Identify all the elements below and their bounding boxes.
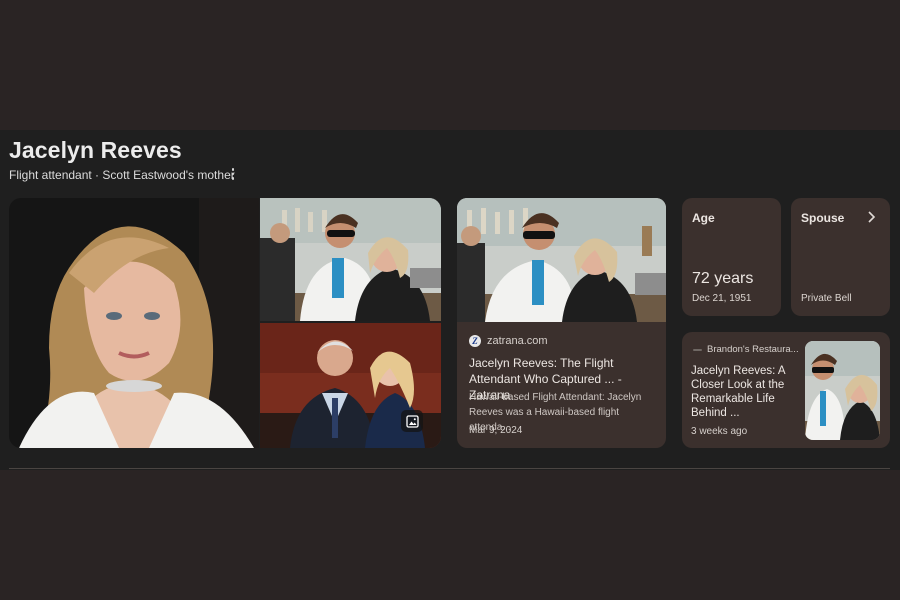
main-portrait-image[interactable] [9,198,259,448]
spouse-value[interactable]: Private Bell [801,293,852,304]
zatrana-logo-icon: Z [469,335,481,347]
related-source[interactable]: Brandon's Restaura... [693,344,799,355]
related-source-label: Brandon's Restaura... [707,344,799,355]
related-article-image [805,341,880,440]
related-title[interactable]: Jacelyn Reeves: A Closer Look at the Rem… [691,364,801,420]
news-source-label: zatrana.com [487,335,548,347]
entity-subtitle: Flight attendant · Scott Eastwood's moth… [9,168,235,182]
news-date: Mar 9, 2024 [469,425,523,436]
source-favicon-icon [693,348,702,351]
gallery-image-bar[interactable] [260,198,441,321]
news-source[interactable]: Z zatrana.com [469,335,548,347]
age-value: 72 years [692,270,754,287]
news-card-image [457,198,666,322]
spouse-label: Spouse [801,211,845,225]
entity-title: Jacelyn Reeves [9,137,182,163]
divider [9,468,890,469]
age-dob: Dec 21, 1951 [692,293,752,304]
age-label: Age [692,211,715,225]
related-date: 3 weeks ago [691,426,748,437]
more-vert-icon[interactable] [228,166,238,182]
image-gallery[interactable] [9,198,441,448]
chevron-right-icon[interactable] [866,210,876,224]
image-search-icon[interactable] [401,410,423,432]
